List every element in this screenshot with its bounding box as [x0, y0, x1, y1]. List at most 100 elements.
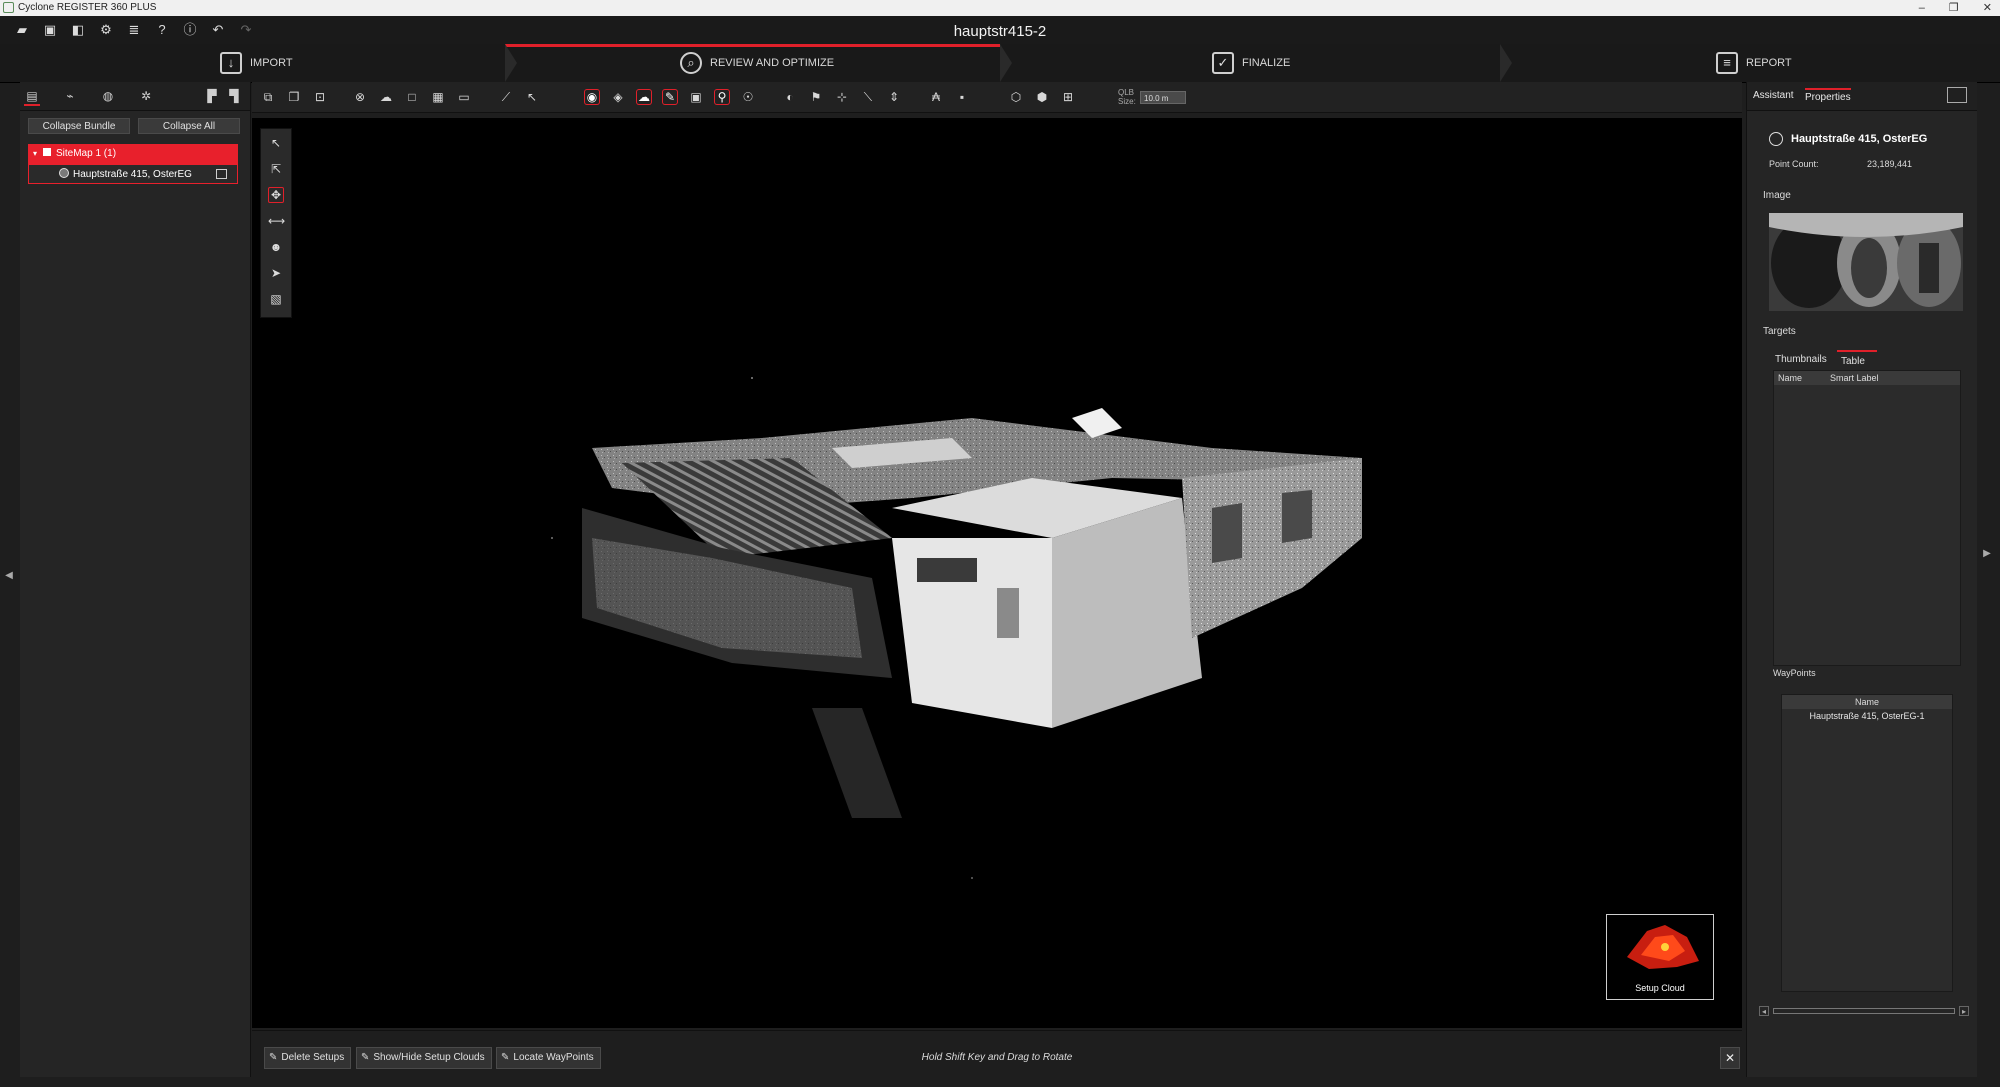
workflow-bar: ↓ IMPORT ⌕ REVIEW AND OPTIMIZE ✓ FINALIZ… [0, 44, 2000, 83]
view-cube-icon[interactable]: ▧ [268, 291, 284, 307]
orbit-icon[interactable]: ✥ [268, 187, 284, 203]
tag-icon[interactable]: ◈ [610, 89, 626, 105]
tab-thumbnails[interactable]: Thumbnails [1775, 350, 1827, 370]
window-title-bar: Cyclone REGISTER 360 PLUS – ❐ ✕ [0, 0, 2000, 16]
box-icon[interactable]: □ [404, 89, 420, 105]
zoom-fit-icon[interactable]: ⊡ [312, 89, 328, 105]
cursor-measure-icon[interactable]: ↖ [524, 89, 540, 105]
step-separator [1000, 44, 1012, 82]
tab-assistant[interactable]: Assistant [1753, 90, 1794, 101]
multi-select-icon[interactable]: ⇱ [268, 161, 284, 177]
fit-width-icon[interactable]: ⟷ [268, 213, 285, 229]
tab-table[interactable]: Table [1837, 350, 1877, 372]
collapse-bundle-button[interactable]: Collapse Bundle [28, 118, 130, 134]
map-pin-icon[interactable]: ⚑ [808, 89, 824, 105]
horizontal-scrollbar[interactable]: ◂ ▸ [1759, 1006, 1969, 1016]
sitemap-tree: ▾ SiteMap 1 (1) Hauptstraße 415, OsterEG [28, 144, 238, 184]
expand-tree-icon[interactable]: ▛ [204, 88, 220, 104]
close-icon[interactable]: ✕ [1720, 1047, 1740, 1069]
workflow-step-finalize[interactable]: ✓ FINALIZE [1212, 44, 1290, 82]
sitemap-icon [42, 147, 52, 157]
axes-icon[interactable]: ⊹ [834, 89, 850, 105]
close-window-button[interactable]: ✕ [1983, 0, 1992, 16]
project-title: hauptstr415-2 [953, 23, 1047, 40]
walk-person-icon[interactable]: ☻ [268, 239, 284, 255]
setup-properties-icon [1769, 132, 1783, 146]
qlb-label: QLB [1118, 88, 1135, 97]
table-row[interactable]: Hauptstraße 415, OsterEG-1 [1782, 709, 1952, 723]
cloud-toggle-icon[interactable]: ☁ [636, 89, 652, 105]
grid-view-icon[interactable]: ▦ [430, 89, 446, 105]
select-pointer-icon[interactable]: ↖ [268, 135, 284, 151]
measure-line-icon[interactable]: ⟍ [860, 89, 876, 105]
copy-icon[interactable]: ⧉ [260, 89, 276, 105]
workflow-step-import[interactable]: ↓ IMPORT [220, 44, 293, 82]
map-view-icon[interactable]: ⊞ [1060, 89, 1076, 105]
workflow-step-review[interactable]: ⌕ REVIEW AND OPTIMIZE [680, 44, 834, 82]
workflow-step-report[interactable]: ≡ REPORT [1716, 44, 1792, 82]
cloud-outline-icon[interactable]: ☁ [378, 89, 394, 105]
setup-icon [59, 168, 69, 178]
point-count-label: Point Count: [1769, 159, 1819, 169]
navigate-arrow-icon[interactable]: ➤ [268, 265, 284, 281]
panel-expand-icon[interactable] [1947, 87, 1967, 103]
minimize-button[interactable]: – [1919, 0, 1925, 16]
left-panel-tabs: ▤ ⌁ ◍ ✲ ▛ ▜ [20, 82, 250, 111]
user-pin-icon[interactable]: ☉ [740, 89, 756, 105]
step-separator [505, 44, 517, 82]
globe-tab-icon[interactable]: ◍ [100, 88, 116, 104]
collapse-left-panel-arrow[interactable]: ◀ [4, 570, 14, 590]
quick-access-bar: ▰ ▣ ◧ ⚙ ≣ ? ⓘ ↶ ↷ hauptstr415-2 [0, 16, 2000, 44]
scroll-track[interactable] [1773, 1008, 1955, 1014]
setup-cloud-thumbnail[interactable]: Setup Cloud [1606, 914, 1714, 1000]
3d-cube-view-icon[interactable]: ⬡ [1008, 89, 1024, 105]
setup-image-icon[interactable] [216, 169, 227, 179]
setup-view-icon[interactable]: ◉ [584, 89, 600, 105]
3d-viewport[interactable]: Setup Cloud [252, 118, 1742, 1028]
review-icon: ⌕ [680, 52, 702, 74]
point-cloud-render [551, 377, 1362, 879]
import-icon: ↓ [220, 52, 242, 74]
collapse-right-panel-arrow[interactable]: ▶ [1982, 548, 1992, 568]
panorama-image-thumbnail[interactable] [1769, 213, 1963, 311]
image-section-label: Image [1763, 190, 1791, 201]
tab-properties[interactable]: Properties [1805, 88, 1851, 103]
restore-button[interactable]: ❐ [1949, 0, 1959, 16]
selection-box-icon[interactable]: ▪ [954, 89, 970, 105]
main-toolbar: ⧉ ❐ ⊡ ⊗ ☁ □ ▦ ▭ ⟋ ↖ ◉ ◈ ☁ ✎ ▣ ⚲ ☉ ◐ ⚑ ⊹ … [252, 82, 1742, 113]
collapse-all-button[interactable]: Collapse All [138, 118, 240, 134]
align-icon[interactable]: ⇕ [886, 89, 902, 105]
settings-tab-icon[interactable]: ✲ [138, 88, 154, 104]
step-separator [1500, 44, 1512, 82]
bundle-tab-icon[interactable]: ▤ [24, 88, 40, 106]
targets-table-header: Name Smart Label [1774, 371, 1960, 385]
tree-item-setup[interactable]: Hauptstraße 415, OsterEG [28, 164, 238, 184]
scroll-left-icon[interactable]: ◂ [1759, 1006, 1769, 1016]
text-label-icon[interactable]: ₳ [928, 89, 944, 105]
navigation-tools: ↖ ⇱ ✥ ⟷ ☻ ➤ ▧ [260, 128, 292, 318]
location-pin-icon[interactable]: ⚲ [714, 89, 730, 105]
navigation-hint: Hold Shift Key and Drag to Rotate [921, 1052, 1073, 1063]
scroll-right-icon[interactable]: ▸ [1959, 1006, 1969, 1016]
globe-icon[interactable]: ◐ [782, 89, 798, 105]
limit-box-icon[interactable]: ⬢ [1034, 89, 1050, 105]
pencil-icon[interactable]: ✎ [662, 89, 678, 105]
ruler-icon[interactable]: ⟋ [498, 89, 514, 105]
size-input[interactable]: 10.0 m [1140, 91, 1186, 104]
column-name[interactable]: Name [1774, 371, 1826, 385]
link-tab-icon[interactable]: ⌁ [62, 88, 78, 104]
size-label: Size: [1118, 97, 1136, 106]
camera-icon[interactable]: ▣ [688, 89, 704, 105]
tree-expand-arrow-icon[interactable]: ▾ [28, 144, 42, 164]
collapse-tree-icon[interactable]: ▜ [226, 88, 242, 104]
cloud-link-icon[interactable]: ⊗ [352, 89, 368, 105]
targets-table: Name Smart Label [1773, 370, 1961, 666]
image-view-icon[interactable]: ▭ [456, 89, 472, 105]
layers-icon[interactable]: ❐ [286, 89, 302, 105]
waypoints-column-name[interactable]: Name [1782, 695, 1952, 709]
column-smart-label[interactable]: Smart Label [1826, 371, 1960, 385]
waypoints-section-label: WayPoints [1773, 668, 1816, 678]
tree-item-sitemap[interactable]: ▾ SiteMap 1 (1) [28, 144, 238, 164]
finalize-icon: ✓ [1212, 52, 1234, 74]
point-count-value: 23,189,441 [1867, 159, 1913, 169]
